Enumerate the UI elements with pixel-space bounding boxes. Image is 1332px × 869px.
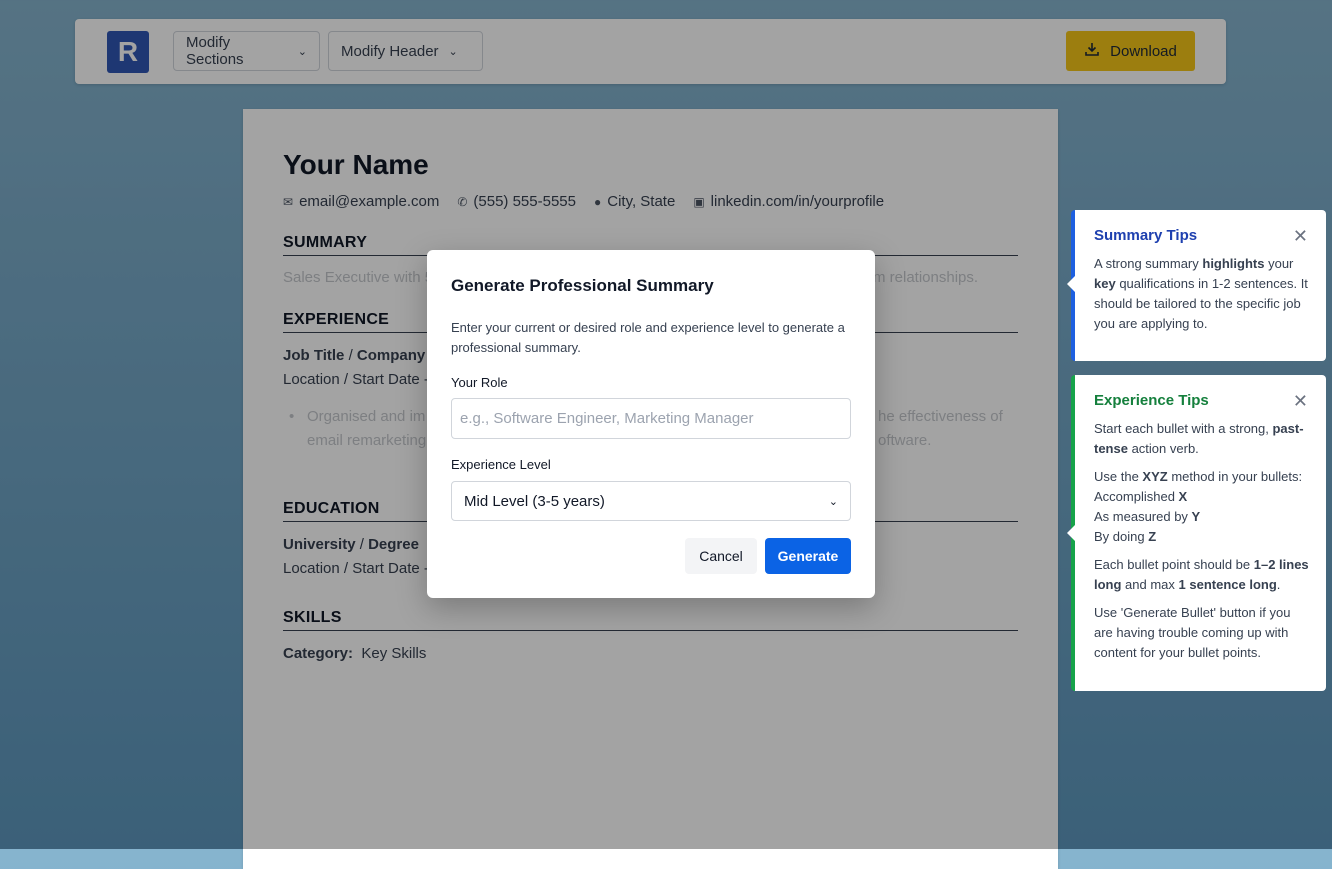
close-icon[interactable]: ✕ [1293, 391, 1308, 411]
summary-tips-title: Summary Tips [1094, 227, 1198, 244]
experience-level-label: Experience Level [451, 457, 551, 472]
close-icon[interactable]: ✕ [1293, 226, 1308, 246]
experience-tip-4: Use 'Generate Bullet' button if you are … [1094, 605, 1291, 660]
role-input[interactable] [451, 398, 851, 439]
experience-tip-2: Use the XYZ method in your bullets: Accom… [1094, 469, 1303, 544]
role-label: Your Role [451, 375, 508, 390]
summary-tips-panel: Summary Tips ✕ A strong summary highligh… [1067, 210, 1326, 361]
chevron-down-icon: ⌄ [828, 495, 838, 508]
experience-tips-panel: Experience Tips ✕ Start each bullet with… [1067, 375, 1326, 691]
experience-level-select[interactable]: Mid Level (3-5 years) ⌄ [451, 481, 851, 521]
generate-summary-dialog: Generate Professional Summary Enter your… [427, 250, 875, 598]
experience-tip-1: Start each bullet with a strong, past-te… [1094, 421, 1304, 456]
experience-tips-title: Experience Tips [1094, 392, 1209, 409]
cancel-button[interactable]: Cancel [685, 538, 757, 574]
summary-tip-text: A strong summary highlights your key qua… [1094, 256, 1308, 331]
experience-tip-3: Each bullet point should be 1–2 lines lo… [1094, 557, 1309, 592]
experience-level-value: Mid Level (3-5 years) [464, 492, 605, 510]
dialog-title: Generate Professional Summary [451, 276, 714, 295]
dialog-description: Enter your current or desired role and e… [451, 320, 845, 355]
generate-button[interactable]: Generate [765, 538, 851, 574]
